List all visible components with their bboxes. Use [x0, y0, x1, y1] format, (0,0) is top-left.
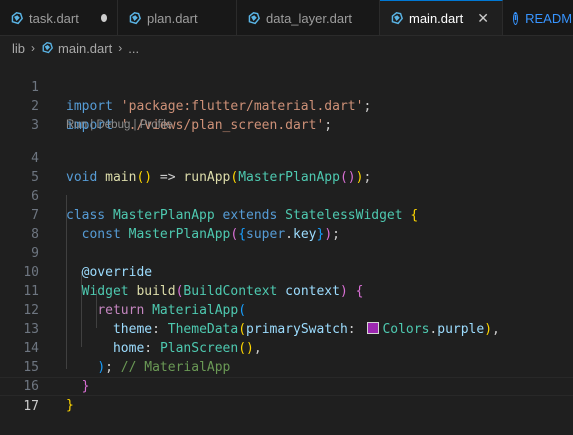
- breadcrumb-folder[interactable]: lib: [12, 41, 25, 56]
- tab-label: READM: [525, 10, 573, 26]
- tab-readme[interactable]: i READM: [503, 0, 573, 35]
- code-line: 1 import 'package:flutter/material.dart'…: [0, 59, 573, 114]
- tab-task-dart[interactable]: task.dart: [0, 0, 118, 35]
- tab-label: plan.dart: [147, 10, 198, 26]
- modified-dot-icon[interactable]: [100, 14, 107, 22]
- tab-label: data_layer.dart: [266, 10, 353, 26]
- code-line: 16 }: [0, 358, 573, 413]
- code-line: 13 home: PlanScreen(),: [0, 301, 573, 356]
- info-icon: i: [513, 11, 519, 25]
- tab-label: task.dart: [29, 10, 79, 26]
- code-line-current: 17: [0, 377, 573, 414]
- breadcrumb-more[interactable]: ...: [128, 41, 139, 56]
- tab-label: main.dart: [409, 11, 464, 26]
- code-line: 5: [0, 149, 573, 185]
- code-line: 4 void main() => runApp(MasterPlanApp())…: [0, 130, 573, 185]
- tab-main-dart[interactable]: main.dart ✕: [380, 0, 503, 35]
- dart-file-icon: [247, 12, 260, 25]
- chevron-right-icon: ›: [118, 41, 123, 55]
- close-icon[interactable]: ✕: [477, 10, 489, 27]
- dart-file-icon: [10, 12, 23, 25]
- tab-plan-dart[interactable]: plan.dart: [118, 0, 237, 35]
- code-line: 12 theme: ThemeData(primarySwatch: Color…: [0, 282, 573, 337]
- code-line: 8: [0, 206, 573, 242]
- code-line: 14 ); // MaterialApp: [0, 320, 573, 375]
- code-line: 15 }: [0, 339, 573, 394]
- code-editor[interactable]: 1 import 'package:flutter/material.dart'…: [0, 59, 573, 414]
- code-line: 10 Widget build(BuildContext context) {: [0, 244, 573, 299]
- line-number: 17: [23, 399, 39, 414]
- breadcrumb-file[interactable]: main.dart: [58, 41, 112, 56]
- tab-data-layer-dart[interactable]: data_layer.dart: [237, 0, 380, 35]
- editor-tab-bar: task.dart plan.dart data_layer.dart main…: [0, 0, 573, 36]
- dart-file-icon: [41, 42, 53, 54]
- code-line: 7 const MasterPlanApp({super.key});: [0, 187, 573, 242]
- dart-file-icon: [390, 12, 403, 25]
- breadcrumb: lib › main.dart › ...: [0, 37, 573, 59]
- code-line: 9 @override: [0, 225, 573, 280]
- code-line: 6 class MasterPlanApp extends StatelessW…: [0, 168, 573, 223]
- code-line: 11 return MaterialApp(: [0, 263, 573, 318]
- dart-file-icon: [128, 12, 141, 25]
- code-line: 2 import './views/plan_screen.dart';: [0, 78, 573, 133]
- chevron-right-icon: ›: [31, 41, 36, 55]
- code-line: 3: [0, 97, 573, 133]
